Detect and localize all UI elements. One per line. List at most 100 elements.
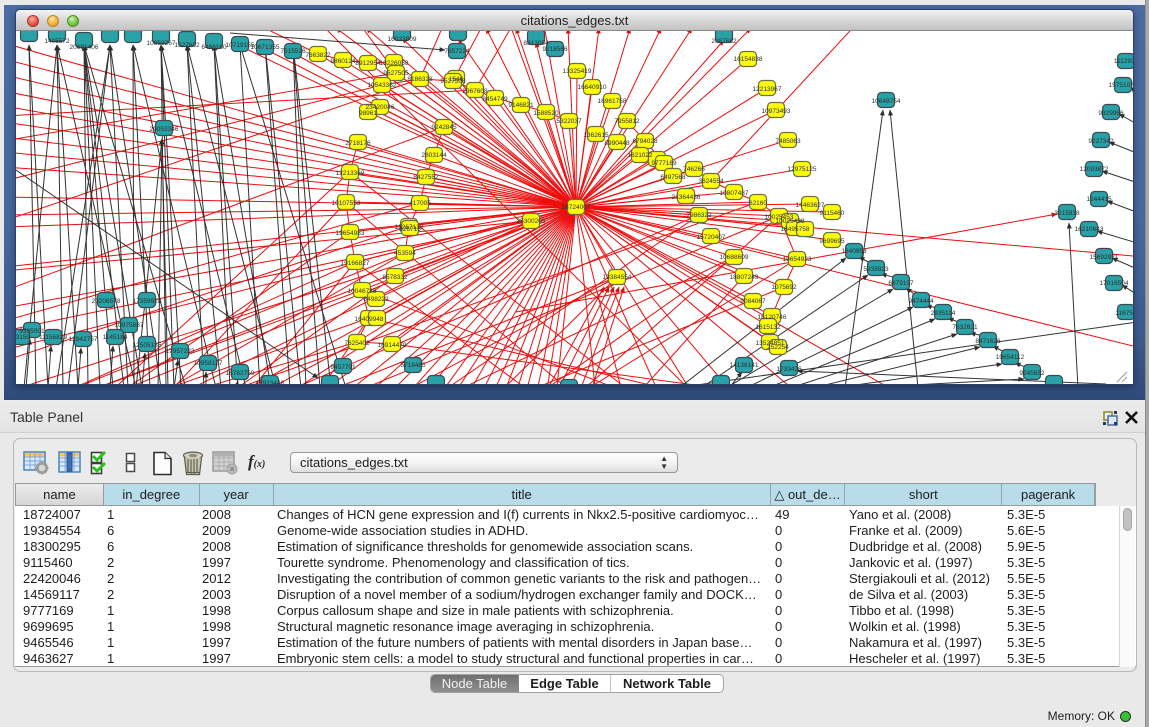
svg-text:10853267: 10853267 xyxy=(147,40,176,47)
svg-text:19384554: 19384554 xyxy=(603,274,632,281)
svg-text:20691406: 20691406 xyxy=(70,44,99,51)
svg-text:252254: 252254 xyxy=(767,344,789,351)
svg-text:13325419: 13325419 xyxy=(563,68,592,75)
svg-text:8454749: 8454749 xyxy=(482,96,508,103)
svg-text:16961758: 16961758 xyxy=(598,98,627,105)
svg-text:5322037: 5322037 xyxy=(556,118,582,125)
svg-text:16782759: 16782759 xyxy=(226,370,255,377)
svg-text:417005: 417005 xyxy=(409,200,431,207)
svg-text:19166827: 19166827 xyxy=(341,260,370,267)
svg-text:2718176: 2718176 xyxy=(345,140,371,147)
svg-text:2087682: 2087682 xyxy=(711,38,737,45)
svg-text:16154838: 16154838 xyxy=(734,56,763,63)
svg-text:15692921: 15692921 xyxy=(1090,254,1119,261)
svg-text:10671355: 10671355 xyxy=(251,44,280,51)
svg-text:25300205: 25300205 xyxy=(517,218,546,225)
svg-text:1112934: 1112934 xyxy=(1114,58,1133,65)
svg-text:2967608: 2967608 xyxy=(462,88,488,95)
svg-text:16640910: 16640910 xyxy=(578,84,607,91)
svg-text:9527508: 9527508 xyxy=(440,78,466,85)
svg-text:10543362: 10543362 xyxy=(368,82,397,89)
svg-text:16120746: 16120746 xyxy=(758,314,787,321)
svg-text:62160: 62160 xyxy=(749,200,767,207)
svg-text:1075692: 1075692 xyxy=(771,284,797,291)
svg-text:7485063: 7485063 xyxy=(775,138,801,145)
svg-text:1615132: 1615132 xyxy=(755,324,781,331)
svg-text:15720407: 15720407 xyxy=(697,234,726,241)
svg-text:9329966: 9329966 xyxy=(1098,110,1124,117)
svg-text:18724007: 18724007 xyxy=(562,204,591,211)
svg-text:17016504: 17016504 xyxy=(1100,280,1129,287)
svg-text:16033809: 16033809 xyxy=(388,36,417,43)
svg-text:9245652: 9245652 xyxy=(1019,370,1045,377)
svg-text:826715: 826715 xyxy=(399,226,421,233)
svg-text:1621022: 1621022 xyxy=(627,152,653,159)
svg-text:13226058: 13226058 xyxy=(380,60,409,67)
svg-text:98961: 98961 xyxy=(359,110,377,117)
svg-text:12942757: 12942757 xyxy=(69,336,98,343)
svg-text:21364436: 21364436 xyxy=(672,194,701,201)
svg-text:9777169: 9777169 xyxy=(651,160,677,167)
svg-text:15751074: 15751074 xyxy=(1109,82,1133,89)
svg-text:8912954: 8912954 xyxy=(355,60,381,67)
svg-text:3215938: 3215938 xyxy=(1054,210,1080,217)
svg-text:11923448: 11923448 xyxy=(256,380,285,384)
svg-text:1733426: 1733426 xyxy=(776,366,802,373)
svg-text:19654983: 19654983 xyxy=(336,230,365,237)
svg-text:7955812: 7955812 xyxy=(614,118,640,125)
svg-text:116753: 116753 xyxy=(1115,310,1133,317)
svg-text:8990448: 8990448 xyxy=(604,140,630,147)
svg-text:12213967: 12213967 xyxy=(753,86,782,93)
svg-text:8471626: 8471626 xyxy=(975,338,1001,345)
svg-text:18807249: 18807249 xyxy=(730,274,759,281)
svg-text:10648754: 10648754 xyxy=(872,98,901,105)
svg-text:9146821: 9146821 xyxy=(508,102,534,109)
svg-text:10046786: 10046786 xyxy=(348,288,377,295)
svg-text:9084067: 9084067 xyxy=(740,298,766,305)
svg-text:3624554: 3624554 xyxy=(698,178,724,185)
svg-text:10688609: 10688609 xyxy=(720,254,749,261)
svg-text:10973493: 10973493 xyxy=(762,108,791,115)
svg-text:7663822: 7663822 xyxy=(305,52,331,59)
svg-text:9115460: 9115460 xyxy=(820,210,845,217)
svg-text:20206578: 20206578 xyxy=(92,298,121,305)
svg-text:10958127: 10958127 xyxy=(194,360,223,367)
svg-text:10975887: 10975887 xyxy=(115,322,144,329)
svg-text:12093872: 12093872 xyxy=(1080,166,1109,173)
svg-text:2935114: 2935114 xyxy=(931,310,956,317)
svg-text:10807487: 10807487 xyxy=(720,190,749,197)
svg-text:9242845: 9242845 xyxy=(431,124,457,131)
svg-text:1405572: 1405572 xyxy=(44,38,70,45)
svg-text:1640953: 1640953 xyxy=(841,248,867,255)
svg-text:7625402: 7625402 xyxy=(344,340,370,347)
svg-text:1145194: 1145194 xyxy=(103,334,128,341)
svg-text:8427552: 8427552 xyxy=(413,174,439,181)
svg-text:7857224: 7857224 xyxy=(444,48,470,55)
svg-text:9218566: 9218566 xyxy=(542,46,568,53)
svg-text:1588520: 1588520 xyxy=(533,110,559,117)
svg-text:9527505: 9527505 xyxy=(383,70,409,77)
svg-text:18495758: 18495758 xyxy=(781,226,810,233)
svg-text:746266: 746266 xyxy=(683,166,705,173)
svg-text:10654112: 10654112 xyxy=(996,354,1025,361)
svg-text:93159: 93159 xyxy=(16,334,30,341)
svg-text:16914479: 16914479 xyxy=(378,342,407,349)
svg-text:9699695: 9699695 xyxy=(819,238,845,245)
svg-text:2803144: 2803144 xyxy=(421,152,447,159)
svg-text:14136141: 14136141 xyxy=(730,362,759,369)
svg-text:5716485: 5716485 xyxy=(400,362,426,369)
svg-text:19654923: 19654923 xyxy=(783,256,812,263)
svg-text:8578332: 8578332 xyxy=(382,274,408,281)
svg-text:16210643: 16210643 xyxy=(1075,226,1104,233)
svg-text:17359928: 17359928 xyxy=(133,298,162,305)
svg-text:16409948: 16409948 xyxy=(355,316,384,323)
svg-text:9227342: 9227342 xyxy=(1088,138,1114,145)
svg-text:8498222: 8498222 xyxy=(363,296,389,303)
svg-text:7515526: 7515526 xyxy=(280,48,306,55)
svg-text:7632621: 7632621 xyxy=(952,324,978,331)
svg-text:1527602: 1527602 xyxy=(174,42,200,49)
svg-text:10025438: 10025438 xyxy=(776,218,805,225)
svg-text:1244415: 1244415 xyxy=(1086,196,1112,203)
svg-text:9457791: 9457791 xyxy=(330,364,356,371)
svg-text:17957223: 17957223 xyxy=(166,348,195,355)
